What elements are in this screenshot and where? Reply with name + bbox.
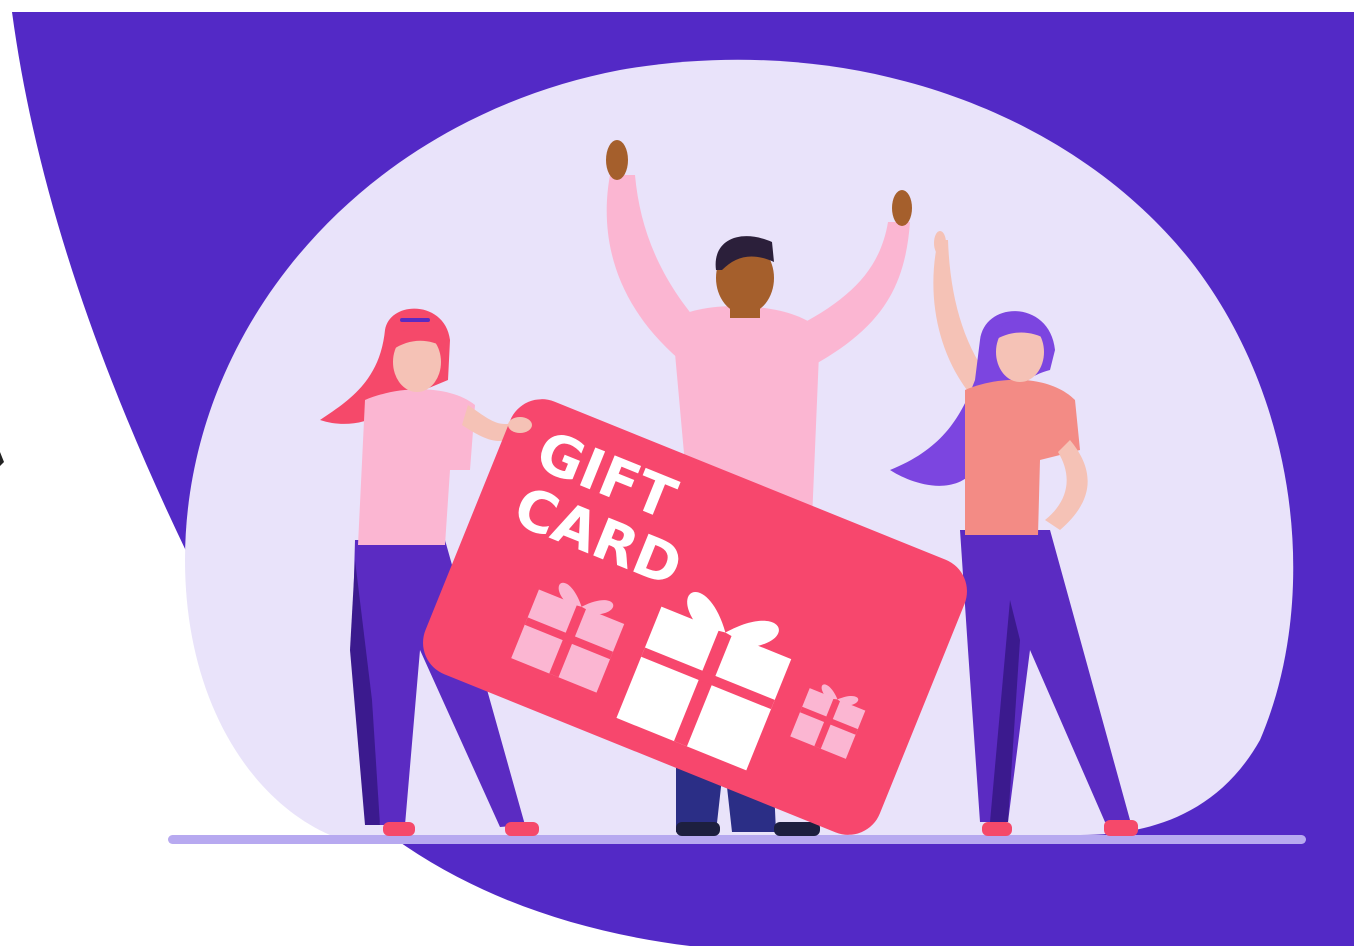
gift-card-illustration: GIFT CARD xyxy=(0,0,1354,946)
illustration-canvas: GIFT CARD xyxy=(0,12,1354,946)
floor-line xyxy=(168,835,1306,844)
left-woman-hand xyxy=(508,417,532,433)
edge-mark xyxy=(0,452,4,466)
